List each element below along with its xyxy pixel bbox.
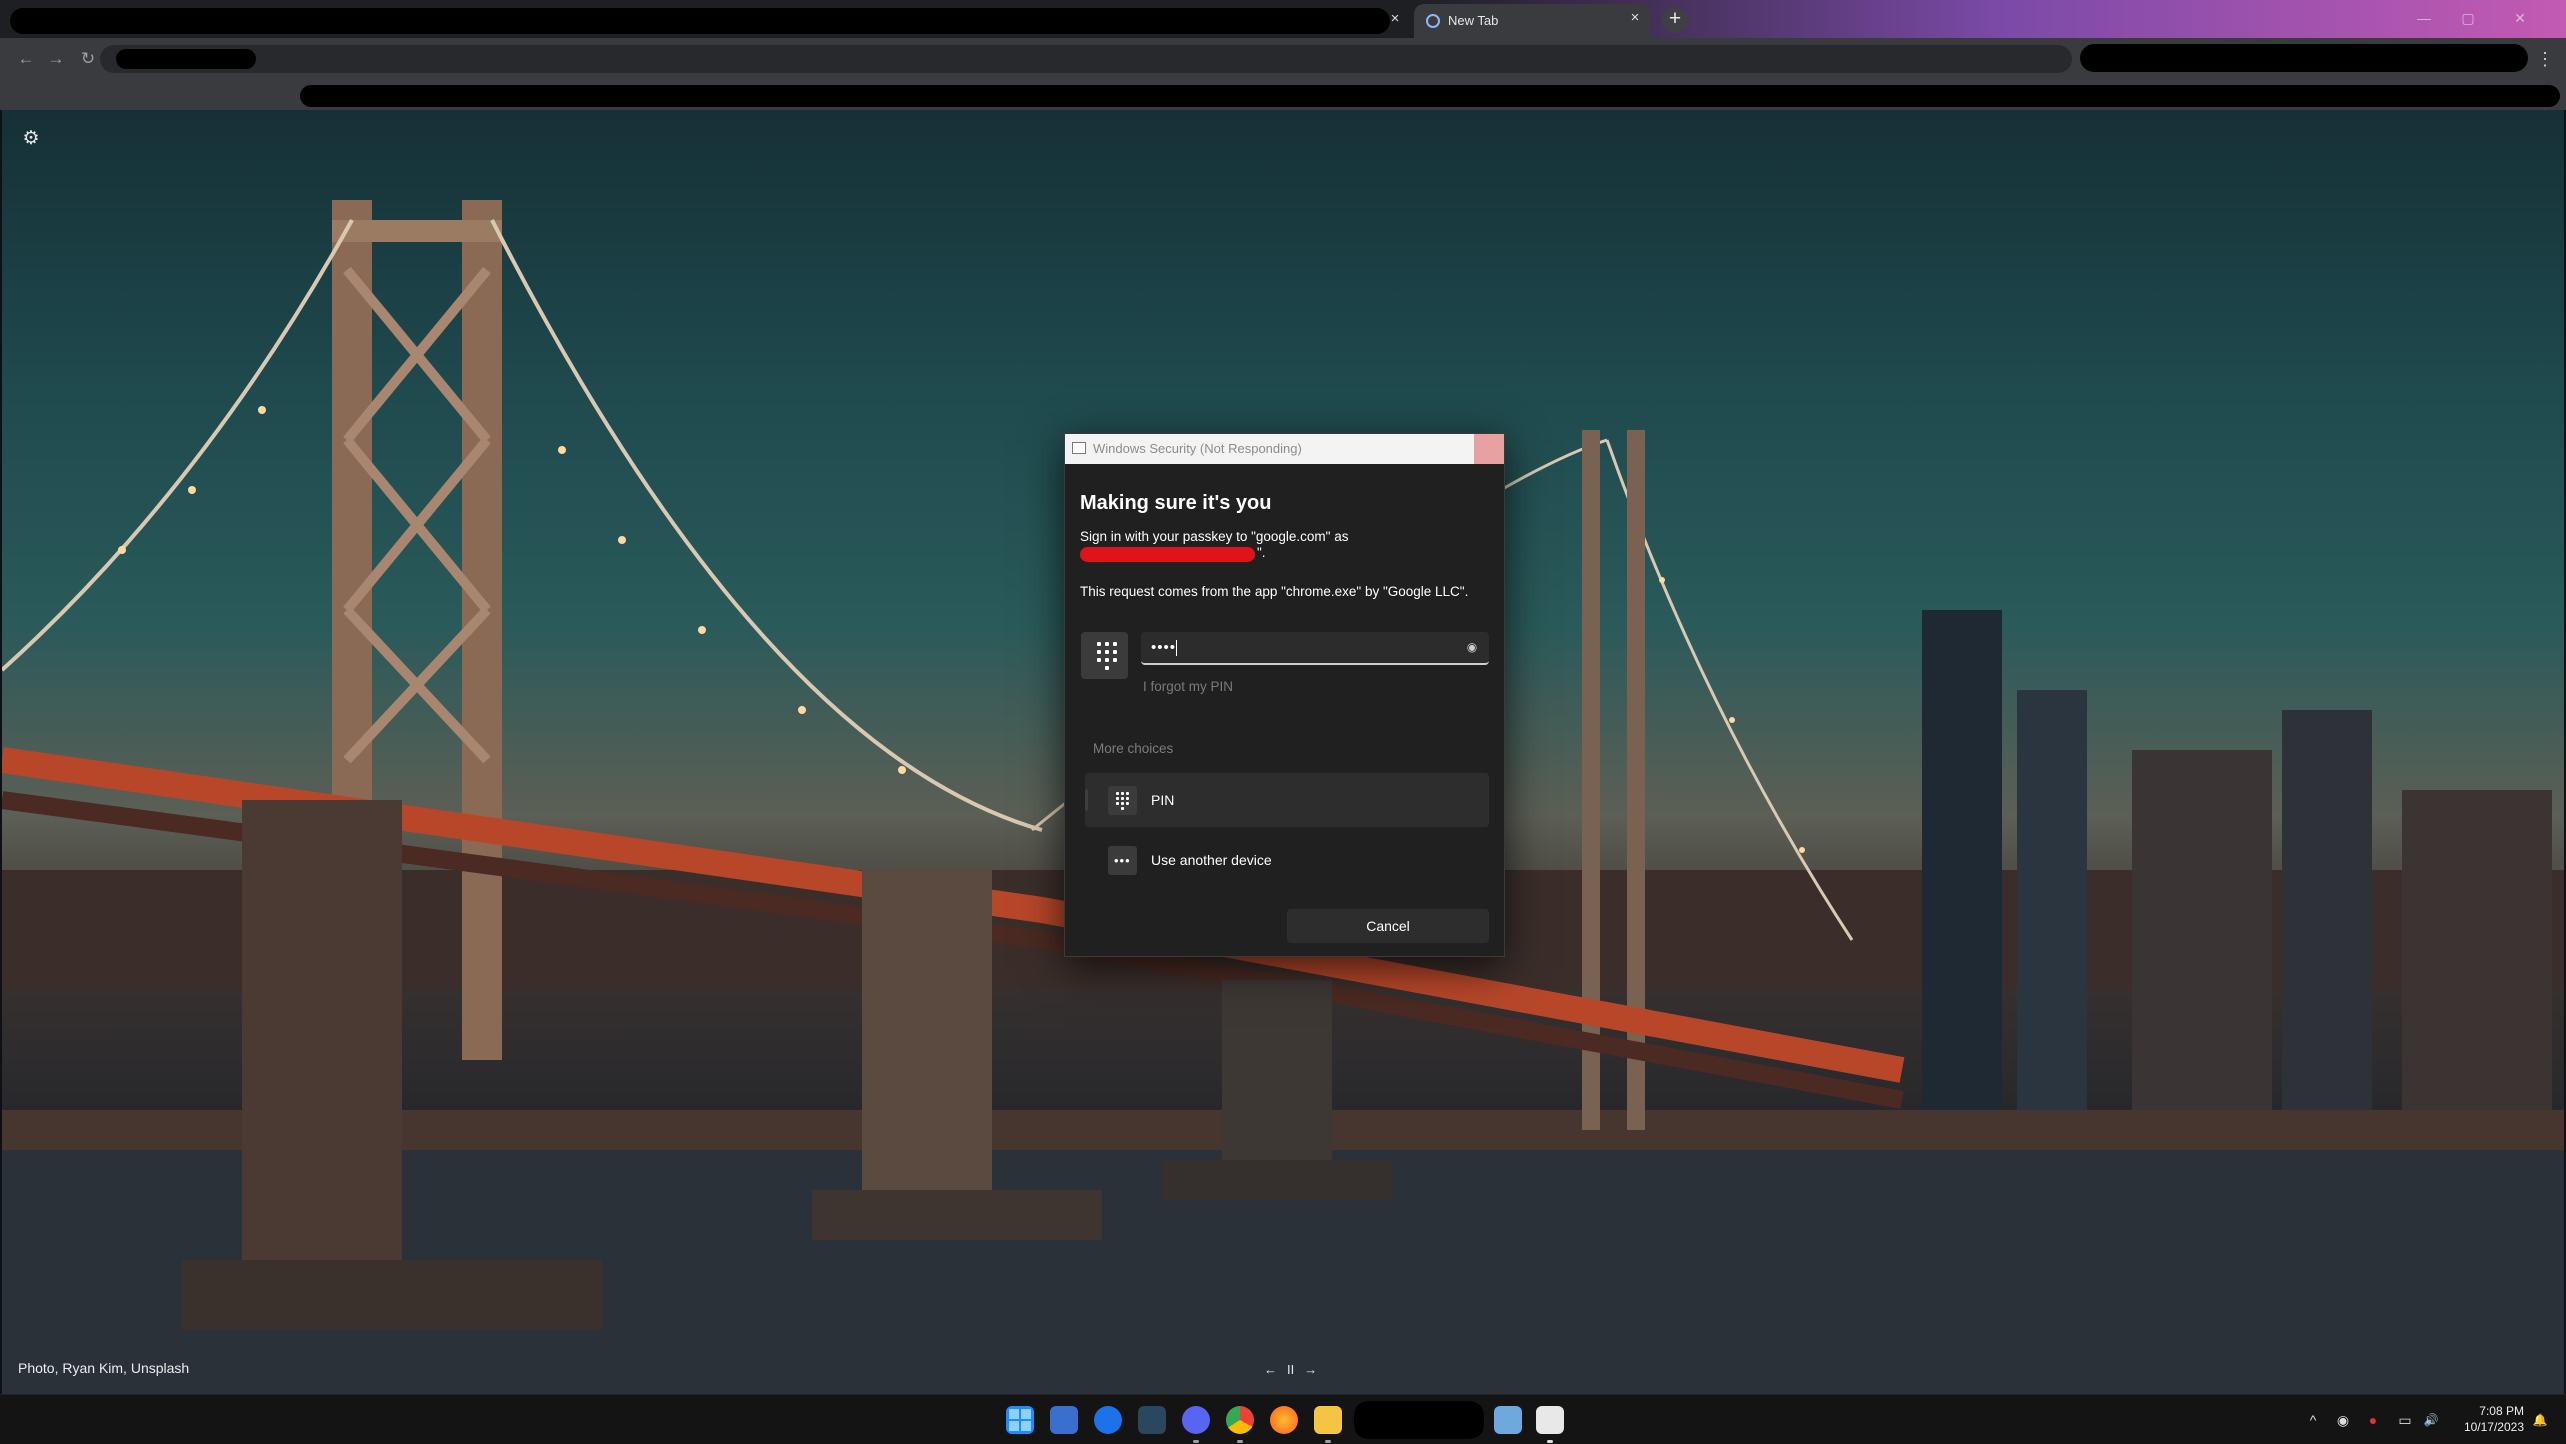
pin-input[interactable]: •••• ◉ (1141, 632, 1489, 665)
more-dots-glyph: ••• (1114, 853, 1131, 868)
request-origin-text: This request comes from the app "chrome.… (1080, 584, 1469, 599)
choice-use-another-device-label: Use another device (1151, 852, 1272, 868)
address-bar[interactable] (100, 45, 2072, 73)
photo-credit-link[interactable]: Photo, Ryan Kim, Unsplash (18, 1360, 189, 1376)
chrome-icon[interactable] (1226, 1406, 1254, 1434)
password-manager-icon[interactable] (1094, 1406, 1122, 1434)
bridge-pier (242, 800, 402, 1320)
pin-masked-value: •••• (1151, 639, 1177, 656)
skyscraper (2132, 750, 2272, 1130)
suspension-cable (490, 219, 1043, 832)
start-windows-icon[interactable] (1006, 1406, 1034, 1434)
dialog-window-title: Windows Security (Not Responding) (1093, 441, 1302, 456)
pin-method-icon (1081, 632, 1128, 679)
network-icon[interactable]: ▭ (2394, 1410, 2416, 1430)
pier-base (812, 1190, 1102, 1240)
running-indicator (1237, 1440, 1243, 1443)
skyscraper (2402, 790, 2552, 1130)
clock-time: 7:08 PM (2479, 1404, 2524, 1418)
forward-button[interactable]: → (44, 47, 68, 71)
customize-settings-icon[interactable]: ⚙ (20, 128, 42, 150)
tab-close-button[interactable]: × (1626, 9, 1644, 27)
sign-in-description-tail: ". (1257, 545, 1266, 560)
more-choices-label: More choices (1093, 741, 1174, 756)
skyscraper (2282, 710, 2372, 1130)
notification-bell-icon[interactable]: 🔔 (2528, 1410, 2552, 1430)
browser-menu-button[interactable]: ⋮ (2536, 47, 2554, 71)
redacted-bookmarks (300, 85, 2560, 107)
carousel-pause-button[interactable]: II (1287, 1362, 1294, 1377)
desktop-screen: × New Tab × + — ▢ ✕ ← → ↻ ⋮ ⚙ Photo, Rya… (0, 0, 2566, 1444)
dialog-heading: Making sure it's you (1080, 492, 1272, 514)
redacted-url (116, 49, 256, 69)
windows-security-dialog: Windows Security (Not Responding) Making… (1064, 433, 1505, 957)
keypad-icon (1108, 786, 1137, 815)
volume-icon[interactable]: 🔊 (2420, 1410, 2442, 1430)
text-caret (1176, 640, 1178, 657)
forgot-pin-link[interactable]: I forgot my PIN (1143, 679, 1233, 694)
reveal-pin-eye-icon[interactable]: ◉ (1465, 640, 1479, 654)
discord-icon[interactable] (1182, 1406, 1210, 1434)
redacted-extensions (2080, 44, 2528, 72)
redacted-tabs (10, 8, 1390, 34)
bridge-pier (1222, 980, 1332, 1190)
new-tab-button[interactable]: + (1662, 7, 1688, 33)
new-tab-favicon-icon (1426, 14, 1440, 28)
pier-base (1162, 1160, 1392, 1200)
firefox-icon[interactable] (1270, 1406, 1298, 1434)
tab-title: New Tab (1448, 13, 1499, 28)
running-indicator (1325, 1440, 1331, 1443)
windows-taskbar: ^ ◉ ● ▭ 🔊 7:08 PM 10/17/2023 🔔 (0, 1394, 2566, 1444)
teams-chat-icon[interactable] (1050, 1406, 1078, 1434)
running-indicator (1547, 1440, 1553, 1443)
choice-pin-label: PIN (1151, 792, 1175, 808)
keypad-icon (1097, 642, 1117, 670)
tray-overflow-chevron-icon[interactable]: ^ (2302, 1410, 2324, 1430)
tray-app-icon[interactable]: ◉ (2332, 1410, 2354, 1430)
pin-input-value: •••• (1151, 639, 1178, 657)
skyscraper (2017, 690, 2087, 1110)
windows-logo-icon (1009, 1409, 1031, 1431)
tab-new-tab[interactable]: New Tab × (1414, 4, 1650, 38)
photos-app-icon[interactable] (1494, 1406, 1522, 1434)
selection-indicator (1085, 789, 1088, 811)
choice-pin[interactable]: PIN (1085, 773, 1489, 827)
cancel-button[interactable]: Cancel (1287, 909, 1489, 943)
choice-use-another-device[interactable]: ••• Use another device (1085, 833, 1489, 887)
bookmarks-bar (0, 80, 2566, 110)
sign-in-description: Sign in with your passkey to "google.com… (1080, 529, 1349, 544)
tab-close-button[interactable]: × (1386, 10, 1404, 28)
clock[interactable]: 7:08 PM 10/17/2023 (2440, 1403, 2524, 1435)
background-carousel-controls: ← II → (1264, 1362, 1317, 1377)
skyscraper (1922, 610, 2002, 1110)
redacted-taskbar-apps (1354, 1401, 1484, 1439)
suspension-cable (2, 219, 354, 672)
tray-recording-icon[interactable]: ● (2362, 1410, 2384, 1430)
tower-crossbeam (332, 220, 502, 242)
minimize-button[interactable]: — (2404, 6, 2444, 30)
dialog-titlebar[interactable]: Windows Security (Not Responding) (1065, 434, 1504, 464)
reload-button[interactable]: ↻ (76, 47, 100, 71)
bridge-pier (862, 870, 992, 1230)
running-indicator (1193, 1440, 1199, 1443)
more-dots-icon: ••• (1108, 846, 1137, 875)
pier-base (182, 1260, 602, 1330)
back-button[interactable]: ← (14, 47, 38, 71)
windows-security-app-icon[interactable] (1536, 1406, 1564, 1434)
file-explorer-icon[interactable] (1314, 1406, 1342, 1434)
clock-date: 10/17/2023 (2463, 1420, 2524, 1434)
dialog-close-button[interactable] (1474, 434, 1504, 464)
browser-toolbar: ← → ↻ ⋮ (0, 38, 2566, 80)
steam-icon[interactable] (1138, 1406, 1166, 1434)
window-app-icon (1072, 442, 1086, 454)
carousel-prev-button[interactable]: ← (1264, 1362, 1277, 1377)
window-close-button[interactable]: ✕ (2500, 6, 2540, 30)
browser-tab-strip: × New Tab × + — ▢ ✕ (0, 0, 2566, 38)
redacted-account-email (1080, 547, 1255, 562)
maximize-button[interactable]: ▢ (2448, 6, 2488, 30)
carousel-next-button[interactable]: → (1304, 1362, 1317, 1377)
